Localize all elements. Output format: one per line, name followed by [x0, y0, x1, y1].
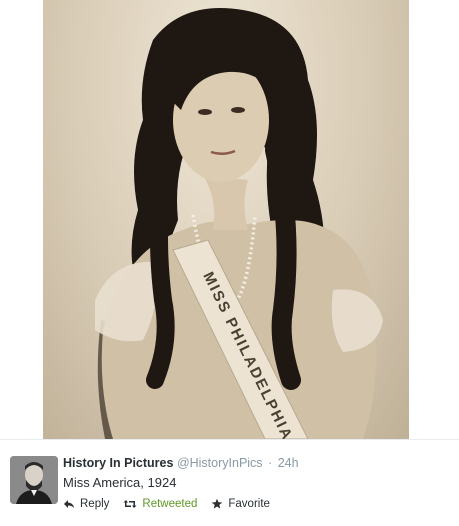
- favorite-button[interactable]: Favorite: [211, 498, 270, 510]
- author-handle[interactable]: @HistoryInPics: [177, 456, 263, 470]
- portrait-illustration: MISS PHILADELPHIA: [95, 8, 383, 439]
- tweet-text: Miss America, 1924: [63, 475, 177, 490]
- reply-label: Reply: [80, 498, 110, 510]
- tweet-header: History In Pictures @HistoryInPics · 24h: [63, 456, 299, 470]
- retweet-button[interactable]: Retweeted: [123, 498, 197, 510]
- avatar[interactable]: [10, 456, 58, 504]
- tweet-timestamp[interactable]: 24h: [278, 456, 299, 470]
- header-separator: ·: [268, 456, 273, 470]
- retweet-label: Retweeted: [142, 498, 198, 510]
- favorite-label: Favorite: [228, 498, 270, 510]
- avatar-portrait-icon: [10, 456, 58, 504]
- tweet-photo[interactable]: MISS PHILADELPHIA: [43, 0, 409, 439]
- retweet-icon: [123, 500, 137, 508]
- tweet-photo-area: MISS PHILADELPHIA: [0, 0, 459, 439]
- tweet-actions: Reply Retweeted Favorite: [63, 498, 270, 510]
- author-name[interactable]: History In Pictures: [63, 456, 173, 470]
- tweet: History In Pictures @HistoryInPics · 24h…: [0, 439, 459, 526]
- star-icon: [212, 498, 223, 509]
- reply-button[interactable]: Reply: [63, 498, 109, 510]
- reply-arrow-icon: [64, 500, 74, 508]
